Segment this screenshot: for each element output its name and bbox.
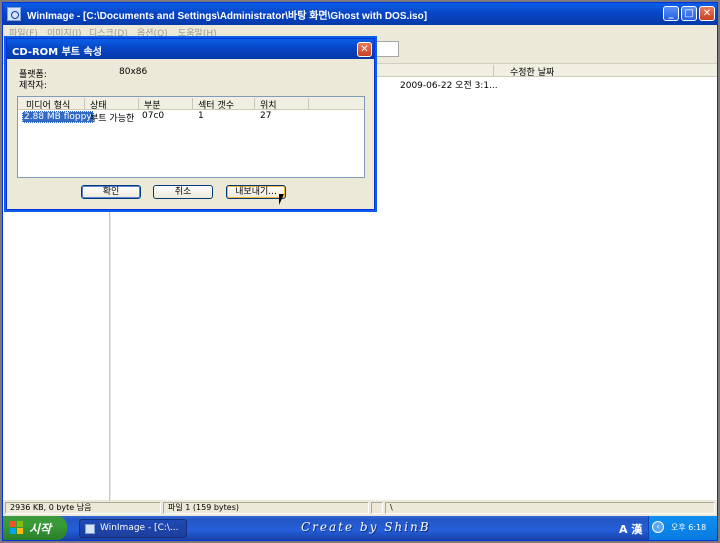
- header-separator[interactable]: [308, 98, 309, 109]
- tray-expand-icon[interactable]: ‹: [652, 521, 664, 533]
- status-blank: [371, 502, 383, 514]
- row-media-type[interactable]: 2.88 MB floppy: [22, 111, 94, 123]
- ok-button[interactable]: 확인: [81, 185, 141, 199]
- row-segment: 07c0: [142, 111, 165, 121]
- platform-value: 80x86: [119, 67, 148, 77]
- status-file-count: 파일 1 (159 bytes): [163, 502, 369, 514]
- window-title: WinImage - [C:\Documents and Settings\Ad…: [27, 11, 428, 22]
- row-status: 부트 가능한: [90, 114, 135, 124]
- column-media-type[interactable]: 미디어 형식: [26, 98, 70, 111]
- cancel-button[interactable]: 취소: [153, 185, 213, 199]
- taskbar-winimage-button[interactable]: WinImage - [C:\...: [79, 519, 187, 538]
- status-bar: 2936 KB, 0 byte 남음 파일 1 (159 bytes) \: [3, 501, 717, 515]
- watermark-text: Create by ShinB: [301, 520, 431, 534]
- status-path: \: [385, 502, 715, 514]
- date-column-header[interactable]: 수정한 날짜: [510, 65, 554, 78]
- dialog-close-button[interactable]: ✕: [357, 42, 372, 57]
- window-title-bar[interactable]: WinImage - [C:\Documents and Settings\Ad…: [3, 3, 717, 25]
- windows-logo-icon: [10, 521, 24, 535]
- taskbar: 시작 WinImage - [C:\... Create by ShinB A …: [3, 516, 717, 540]
- boot-entries-list[interactable]: 미디어 형식 상태 부분 섹터 갯수 위치 2.88 MB floppy 부트 …: [17, 96, 365, 178]
- ime-indicator[interactable]: A 漢: [619, 521, 642, 537]
- status-disk-space: 2936 KB, 0 byte 남음: [5, 502, 161, 514]
- header-separator[interactable]: [254, 98, 255, 109]
- winimage-window: WinImage - [C:\Documents and Settings\Ad…: [2, 2, 718, 541]
- winimage-app-icon: [7, 7, 21, 21]
- start-button[interactable]: 시작: [3, 516, 67, 540]
- file-row-date[interactable]: 2009-06-22 오전 3:1...: [400, 78, 498, 91]
- column-sector-count[interactable]: 섹터 갯수: [198, 98, 234, 111]
- maximize-button[interactable]: □: [681, 6, 697, 21]
- start-label: 시작: [29, 522, 52, 536]
- export-button[interactable]: 내보내기...: [226, 185, 286, 199]
- row-location: 27: [260, 111, 272, 121]
- header-separator[interactable]: [493, 65, 494, 76]
- boot-properties-dialog: CD-ROM 부트 속성 ✕ 플랫폼: 80x86 제작자: 미디어 형식 상태…: [6, 38, 375, 210]
- column-location[interactable]: 위치: [260, 98, 277, 111]
- mouse-pointer-icon: [279, 194, 284, 205]
- minimize-button[interactable]: _: [663, 6, 679, 21]
- system-tray: ‹ 오후 6:18: [648, 516, 717, 540]
- menu-bar: 파일(F) 이미지(I) 디스크(D) 옵션(O) 도움말(H): [3, 25, 717, 39]
- close-button[interactable]: ✕: [699, 6, 715, 21]
- maker-label: 제작자:: [19, 81, 47, 91]
- header-separator[interactable]: [138, 98, 139, 109]
- dialog-title-bar[interactable]: CD-ROM 부트 속성 ✕: [7, 39, 374, 59]
- toolbar-combo[interactable]: [371, 41, 399, 57]
- tray-clock[interactable]: 오후 6:18: [671, 522, 706, 533]
- dialog-title: CD-ROM 부트 속성: [12, 47, 102, 58]
- boot-list-header: 미디어 형식 상태 부분 섹터 갯수 위치: [18, 97, 364, 111]
- row-sector-count: 1: [198, 111, 204, 121]
- taskbar-button-label: WinImage - [C:\...: [100, 523, 179, 533]
- winimage-task-icon: [85, 524, 95, 534]
- column-segment[interactable]: 부분: [144, 98, 161, 111]
- header-separator[interactable]: [84, 98, 85, 109]
- column-status[interactable]: 상태: [90, 98, 107, 111]
- header-separator[interactable]: [192, 98, 193, 109]
